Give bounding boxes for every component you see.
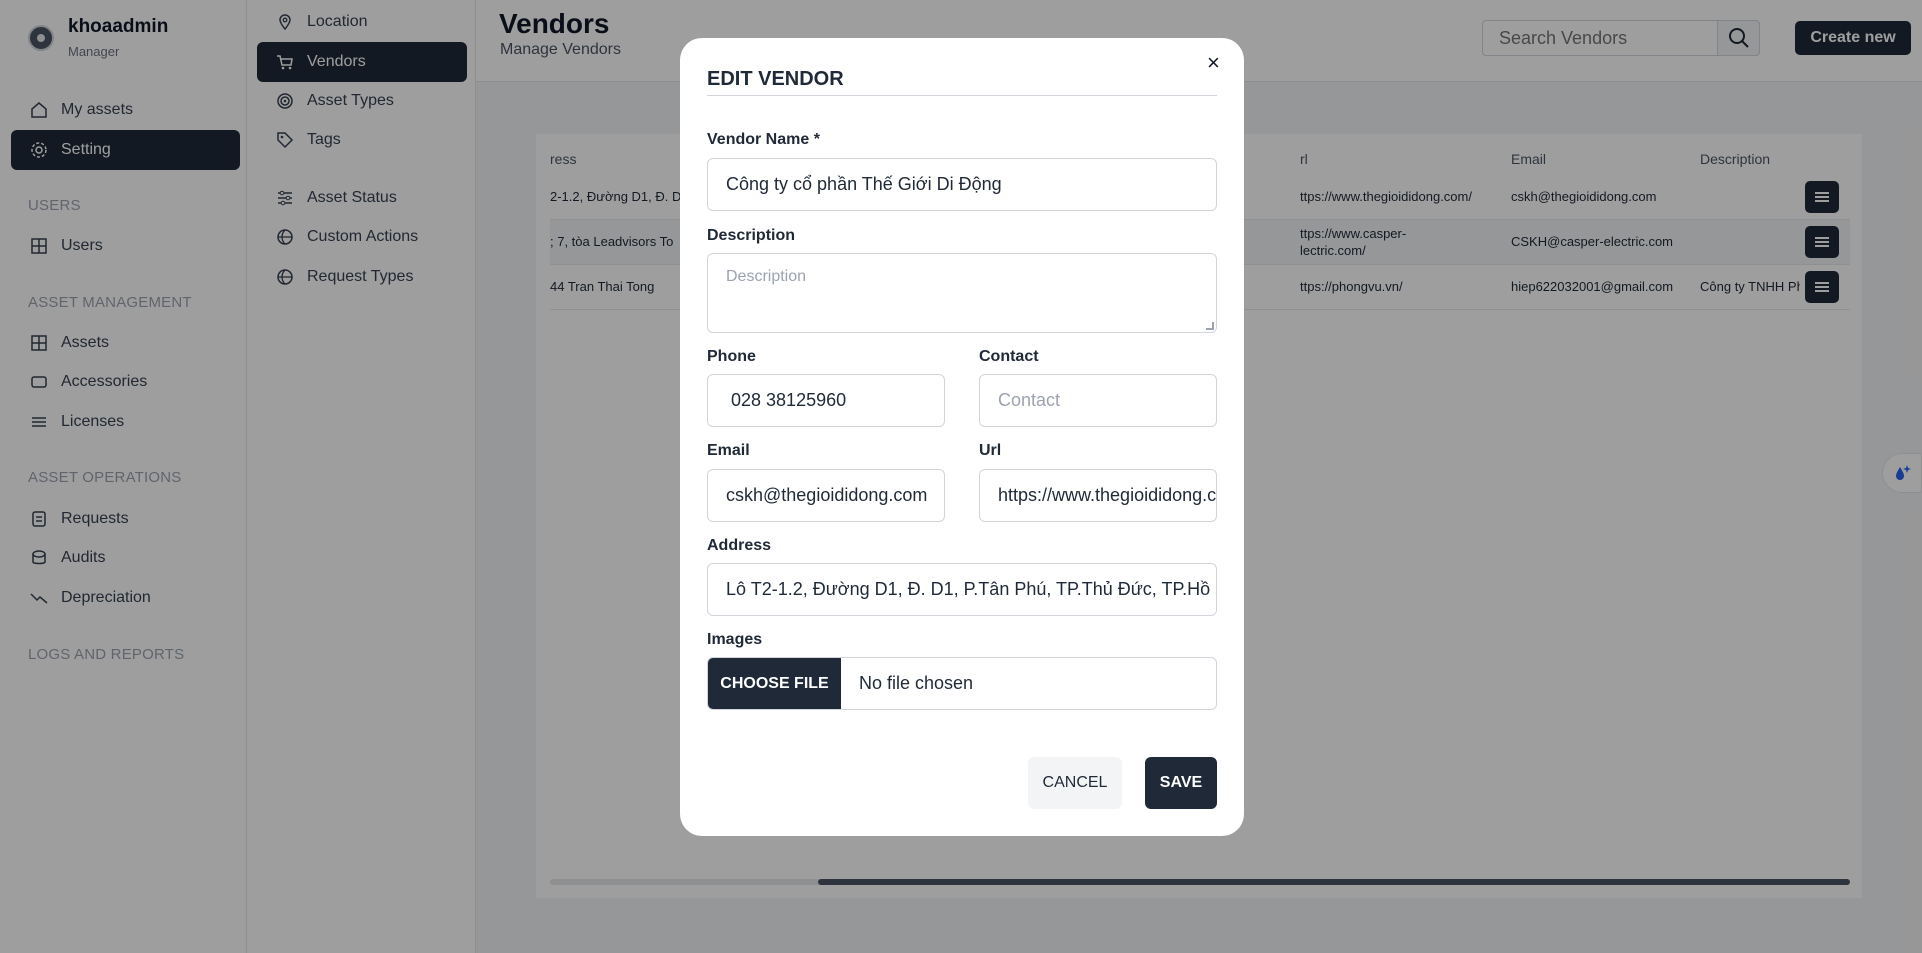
description-label: Description — [707, 227, 796, 244]
edit-vendor-modal: EDIT VENDOR × Vendor Name * Công ty cổ p… — [680, 38, 1244, 836]
contact-input[interactable]: Contact — [979, 374, 1217, 427]
url-label: Url — [979, 442, 1002, 459]
save-button[interactable]: SAVE — [1145, 757, 1217, 809]
description-placeholder: Description — [726, 268, 807, 285]
choose-file-button[interactable]: CHOOSE FILE — [708, 658, 841, 709]
email-input[interactable]: cskh@thegioididong.com — [707, 469, 945, 522]
images-label: Images — [707, 631, 763, 648]
phone-label: Phone — [707, 348, 756, 365]
resize-handle[interactable] — [1206, 322, 1214, 330]
email-label: Email — [707, 442, 750, 459]
vendor-name-label: Vendor Name * — [707, 131, 820, 148]
vendor-name-input[interactable]: Công ty cổ phần Thế Giới Di Động — [707, 158, 1217, 211]
description-textarea[interactable]: Description — [707, 253, 1217, 333]
address-input[interactable]: Lô T2-1.2, Đường D1, Đ. D1, P.Tân Phú, T… — [707, 563, 1217, 616]
phone-input[interactable]: 028 38125960 — [707, 374, 945, 427]
contact-label: Contact — [979, 348, 1039, 365]
cancel-button[interactable]: CANCEL — [1028, 757, 1122, 809]
modal-title: EDIT VENDOR — [707, 68, 844, 90]
modal-divider — [707, 95, 1217, 96]
file-status: No file chosen — [859, 673, 974, 693]
images-file-input[interactable]: CHOOSE FILE No file chosen — [707, 657, 1217, 710]
close-icon[interactable]: × — [1207, 52, 1220, 74]
address-label: Address — [707, 537, 772, 554]
url-input[interactable]: https://www.thegioididong.com/ — [979, 469, 1217, 522]
